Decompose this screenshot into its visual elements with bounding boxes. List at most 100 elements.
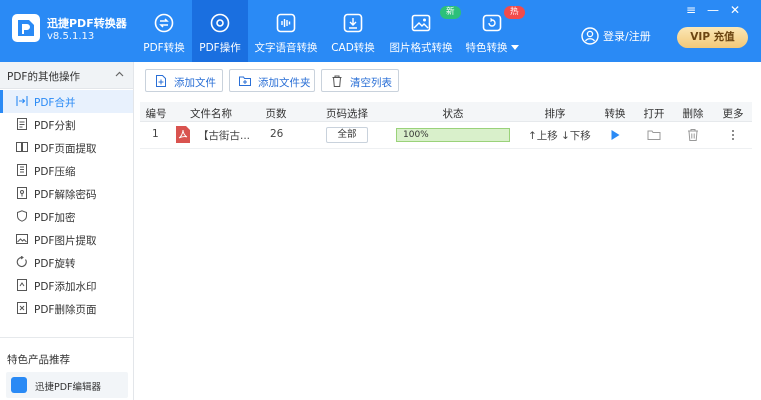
column-header: 转换	[604, 108, 626, 120]
column-header: 状态	[442, 108, 464, 120]
split-icon	[17, 118, 27, 130]
column-header: 排序	[544, 108, 566, 120]
gear-icon	[210, 13, 230, 33]
delete-icon[interactable]	[686, 128, 700, 142]
delete-page-icon	[17, 302, 27, 314]
column-header: 页码选择	[326, 108, 368, 120]
page-range-select[interactable]: 全部	[326, 127, 368, 143]
extract-page-icon	[16, 142, 28, 152]
tab-label: 特色转换	[462, 40, 522, 55]
move-up-button[interactable]: ↑上移	[528, 128, 558, 143]
status-progress-bar: 100%	[396, 128, 510, 142]
progress-text: 100%	[403, 130, 429, 140]
add-folder-icon	[239, 76, 251, 86]
table-header: 编号 文件名称 页数 页码选择 状态 排序 转换 打开 删除 更多	[140, 102, 752, 122]
sidebar-item-pdf-rotate[interactable]: PDF旋转	[0, 251, 133, 274]
tab-label: PDF转换	[143, 42, 185, 54]
sidebar-item-pdf-compress[interactable]: PDF压缩	[0, 159, 133, 182]
trash-icon	[332, 75, 342, 87]
close-icon[interactable]: ✕	[727, 3, 743, 17]
hot-badge: 热	[504, 6, 525, 19]
table-row[interactable]: 1 【古街古... 26 全部 100% ↑上移 ↓下移	[140, 122, 752, 149]
sidebar-item-pdf-merge[interactable]: PDF合并	[0, 90, 133, 113]
column-header: 文件名称	[190, 108, 232, 120]
sidebar-item-pdf-image-extract[interactable]: PDF图片提取	[0, 228, 133, 251]
add-folder-label: 添加文件夹	[258, 77, 311, 89]
pdf-editor-logo-icon	[11, 377, 27, 393]
recommend-item-label: 迅捷PDF编辑器	[35, 382, 102, 393]
column-header: 删除	[682, 108, 704, 120]
sidebar-item-pdf-encrypt[interactable]: PDF加密	[0, 205, 133, 228]
new-badge: 新	[440, 6, 461, 19]
merge-icon	[16, 96, 28, 106]
sidebar-item-pdf-delete-page[interactable]: PDF删除页面	[0, 297, 133, 320]
image-icon	[411, 14, 431, 32]
pdf-file-icon	[176, 126, 190, 143]
shield-icon	[17, 210, 27, 222]
row-index: 1	[152, 128, 159, 140]
cad-icon	[343, 13, 363, 33]
clear-list-label: 清空列表	[350, 77, 392, 89]
divider	[0, 337, 133, 338]
add-file-icon	[156, 75, 166, 87]
tab-text-speech[interactable]: 文字语音转换	[254, 0, 318, 62]
sidebar-item-label: PDF合并	[34, 97, 76, 109]
recommend-title: 特色产品推荐	[7, 354, 70, 366]
sidebar-item-pdf-unlock[interactable]: PDF解除密码	[0, 182, 133, 205]
column-header: 打开	[643, 108, 665, 120]
watermark-icon	[17, 279, 27, 291]
sidebar: PDF的其他操作 PDF合并 PDF分割 PDF页面提取 PDF压缩 PDF解除…	[0, 62, 134, 400]
sidebar-item-label: PDF加密	[34, 212, 76, 224]
image-extract-icon	[16, 234, 28, 244]
vip-recharge-button[interactable]: VIP 充值	[677, 27, 748, 48]
play-icon[interactable]	[608, 128, 622, 142]
add-file-button[interactable]: 添加文件	[145, 69, 223, 92]
sidebar-item-label: PDF压缩	[34, 166, 76, 178]
sidebar-item-label: PDF删除页面	[34, 304, 97, 316]
unlock-icon	[17, 187, 27, 199]
tab-label: 图片格式转换	[389, 42, 453, 54]
sidebar-item-label: PDF旋转	[34, 258, 76, 270]
sidebar-item-label: PDF图片提取	[34, 235, 97, 247]
recommend-pdf-editor[interactable]: 迅捷PDF编辑器	[6, 372, 128, 398]
chevron-down-icon	[510, 45, 519, 50]
rotate-icon	[16, 256, 27, 268]
top-bar: 迅捷PDF转换器 v8.5.1.13 PDF转换 PDF操作 文字语音转换 CA…	[0, 0, 761, 62]
chevron-up-icon	[115, 71, 124, 77]
sidebar-item-label: PDF页面提取	[34, 143, 97, 155]
file-name: 【古街古...	[198, 130, 251, 142]
compress-icon	[17, 164, 27, 176]
add-folder-button[interactable]: 添加文件夹	[229, 69, 315, 92]
app-logo-icon	[12, 14, 40, 42]
tab-label: 文字语音转换	[254, 42, 318, 54]
sidebar-item-pdf-split[interactable]: PDF分割	[0, 113, 133, 136]
column-header: 更多	[722, 108, 744, 120]
sidebar-item-label: PDF解除密码	[34, 189, 97, 201]
clear-list-button[interactable]: 清空列表	[321, 69, 399, 92]
sidebar-item-pdf-extract-page[interactable]: PDF页面提取	[0, 136, 133, 159]
sidebar-item-label: PDF分割	[34, 120, 76, 132]
waveform-icon	[276, 13, 296, 33]
login-register-link[interactable]: 登录/注册	[603, 28, 651, 44]
user-icon	[581, 27, 599, 45]
more-icon[interactable]	[726, 128, 740, 142]
minimize-icon[interactable]: —	[705, 3, 721, 17]
add-file-label: 添加文件	[174, 77, 216, 89]
folder-open-icon[interactable]	[647, 128, 661, 142]
sidebar-item-pdf-watermark[interactable]: PDF添加水印	[0, 274, 133, 297]
sidebar-section-title: PDF的其他操作	[7, 71, 80, 83]
tab-cad-convert[interactable]: CAD转换	[326, 0, 380, 62]
app-name: 迅捷PDF转换器	[47, 17, 127, 30]
app-version: v8.5.1.13	[47, 31, 95, 42]
tab-pdf-convert[interactable]: PDF转换	[136, 0, 192, 62]
refresh-convert-icon	[154, 13, 174, 33]
tab-label: PDF操作	[199, 42, 241, 54]
column-header: 编号	[145, 108, 167, 120]
move-down-button[interactable]: ↓下移	[561, 128, 591, 143]
sidebar-item-label: PDF添加水印	[34, 281, 97, 293]
tab-pdf-operation[interactable]: PDF操作	[192, 0, 248, 62]
sidebar-section-header[interactable]: PDF的其他操作	[0, 62, 133, 89]
menu-icon[interactable]: ≡	[683, 3, 699, 17]
special-convert-icon	[482, 14, 502, 32]
page-count: 26	[270, 128, 284, 140]
